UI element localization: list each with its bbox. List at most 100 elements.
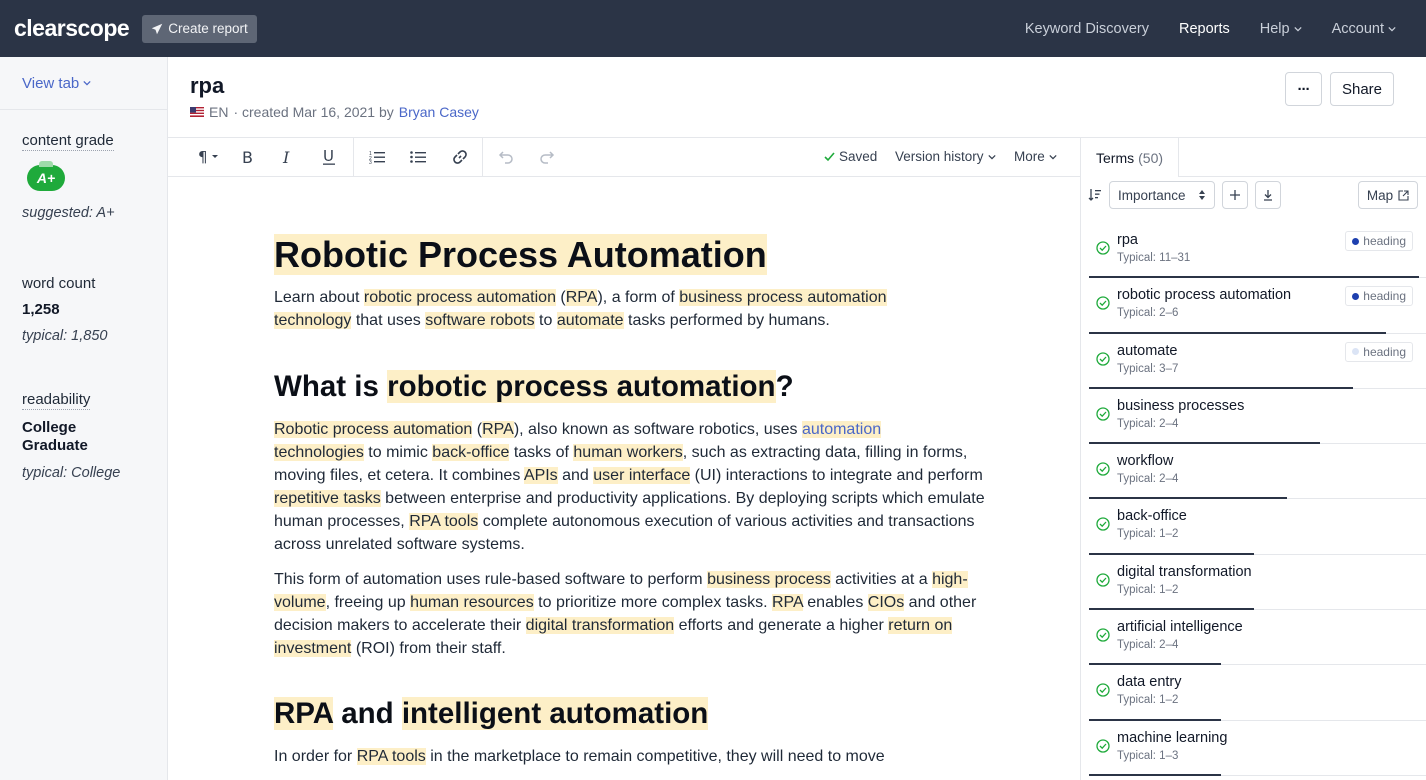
paragraph-competitive: In order for RPA tools in the marketplac…: [274, 748, 885, 765]
download-terms-button[interactable]: [1255, 181, 1281, 209]
check-circle-icon: [1096, 462, 1110, 476]
term-typical-range: Typical: 11–31: [1117, 252, 1191, 264]
keyword-highlight: robotic process automation: [363, 289, 556, 306]
keyword-link[interactable]: automation: [801, 421, 882, 438]
view-tab-dropdown[interactable]: View tab: [0, 57, 167, 110]
nav-keyword-discovery[interactable]: Keyword Discovery: [1025, 21, 1149, 37]
suggested-grade: suggested: A+: [22, 205, 115, 221]
undo-button[interactable]: [494, 146, 518, 168]
create-report-label: Create report: [168, 21, 248, 36]
check-circle-icon: [1096, 296, 1110, 310]
document-meta: EN · created Mar 16, 2021 by Bryan Casey: [190, 104, 479, 120]
chevron-down-icon: [1049, 154, 1057, 159]
paragraph-intro: Learn about robotic process automation (…: [274, 289, 887, 329]
paragraph-format-dropdown[interactable]: ¶: [194, 146, 224, 168]
content-grade-label[interactable]: content grade: [22, 132, 114, 151]
nav-help[interactable]: Help: [1260, 21, 1302, 37]
bullet-list-icon: [410, 151, 426, 163]
language-code: EN: [209, 104, 229, 120]
badge-label: heading: [1363, 234, 1406, 248]
version-history-label: Version history: [895, 149, 984, 164]
term-name: robotic process automation: [1117, 287, 1292, 304]
saved-label: Saved: [839, 149, 878, 164]
term-row[interactable]: workflow Typical: 2–4: [1089, 444, 1426, 500]
keyword-highlight: RPA: [274, 697, 333, 730]
keyword-highlight: digital transformation: [525, 617, 675, 634]
nav-account[interactable]: Account: [1332, 21, 1396, 37]
term-typical-range: Typical: 3–7: [1117, 362, 1179, 375]
term-row[interactable]: digital transformation Typical: 1–2: [1089, 555, 1426, 611]
sort-select[interactable]: Importance: [1109, 181, 1215, 209]
editor-content[interactable]: Robotic Process Automation Learn about r…: [274, 233, 994, 768]
grade-value: A+: [36, 170, 56, 186]
term-row[interactable]: robotic process automation Typical: 2–6 he…: [1089, 278, 1426, 334]
bullet-list-button[interactable]: [406, 146, 430, 168]
tab-terms[interactable]: Terms (50): [1081, 138, 1180, 177]
more-options-button[interactable]: ···: [1285, 72, 1322, 106]
nav-reports[interactable]: Reports: [1179, 21, 1230, 37]
term-name: workflow: [1117, 453, 1174, 470]
content-grade-section: content grade A+ suggested: A+: [0, 132, 167, 221]
left-sidebar: View tab content grade A+ suggested: A+ …: [0, 57, 168, 780]
add-term-button[interactable]: [1222, 181, 1248, 209]
check-circle-icon: [1096, 628, 1110, 642]
version-history-dropdown[interactable]: Version history: [895, 149, 996, 164]
link-button[interactable]: [448, 146, 472, 168]
badge-label: heading: [1363, 344, 1406, 359]
ordered-list-button[interactable]: 123: [365, 146, 389, 168]
select-arrows-icon: [1199, 190, 1205, 200]
term-row[interactable]: data entry Typical: 1–2: [1089, 665, 1426, 721]
heading-badge: heading: [1345, 231, 1413, 251]
term-name: artificial intelligence: [1117, 619, 1243, 636]
readability-label[interactable]: readability: [22, 391, 91, 410]
more-dropdown[interactable]: More: [1014, 149, 1057, 164]
term-row[interactable]: back-office Typical: 1–2: [1089, 499, 1426, 555]
term-name: digital transformation: [1117, 563, 1252, 580]
create-report-button[interactable]: Create report: [142, 14, 257, 43]
sort-direction-toggle[interactable]: [1088, 188, 1102, 207]
editor-toolbar: ¶ B I U 123 Saved Version history More: [168, 138, 1080, 177]
keyword-highlight: Robotic Process Automation: [274, 234, 767, 275]
share-label: Share: [1341, 80, 1383, 98]
term-row[interactable]: machine learning Typical: 1–3: [1089, 721, 1426, 776]
bold-button[interactable]: B: [236, 146, 260, 168]
keyword-highlight: automate: [556, 312, 624, 329]
created-text: · created Mar 16, 2021 by: [233, 104, 394, 120]
check-circle-icon: [1096, 683, 1110, 698]
ordered-list-icon: 123: [369, 151, 385, 164]
term-row[interactable]: business processes Typical: 2–4: [1089, 389, 1426, 445]
redo-button[interactable]: [535, 146, 559, 168]
badge-dot: [1352, 348, 1360, 356]
undo-icon: [498, 151, 513, 164]
document-editor[interactable]: Robotic Process Automation Learn about r…: [168, 177, 1080, 780]
term-row[interactable]: artificial intelligence Typical: 2–4: [1089, 610, 1426, 666]
keyword-highlight: CIOs: [867, 594, 905, 611]
term-name: business processes: [1117, 397, 1245, 414]
keyword-highlight: RPA: [565, 289, 598, 306]
italic-button[interactable]: I: [276, 146, 300, 168]
chevron-down-icon: [1388, 26, 1396, 31]
badge-label: heading: [1363, 289, 1406, 304]
term-name: back-office: [1117, 508, 1187, 525]
document-header: rpa EN · created Mar 16, 2021 by Bryan C…: [168, 57, 1426, 138]
underline-button[interactable]: U: [317, 146, 341, 168]
author-link[interactable]: Bryan Casey: [399, 104, 479, 120]
download-icon: [1264, 189, 1272, 201]
terms-controls: Importance Map: [1081, 177, 1426, 215]
share-button[interactable]: Share: [1330, 72, 1394, 106]
app-logo[interactable]: clearscope: [14, 15, 130, 42]
svg-text:3: 3: [369, 160, 372, 164]
check-circle-icon: [1096, 517, 1110, 532]
keyword-highlight: back-office: [432, 444, 510, 461]
map-label: Map: [1366, 187, 1394, 203]
paragraph-rule-based: This form of automation uses rule-based …: [274, 571, 977, 657]
svg-text:I: I: [282, 149, 290, 165]
term-row[interactable]: automate Typical: 3–7 heading: [1089, 334, 1426, 389]
keyword-highlight: RPA: [482, 421, 514, 438]
map-button[interactable]: Map: [1358, 181, 1418, 209]
terms-panel: Terms (50) Importance Map rpa Typical: 11–…: [1080, 138, 1426, 780]
word-count-section: word count 1,258 typical: 1,850: [0, 275, 167, 344]
heading-badge: heading: [1345, 286, 1413, 307]
checkmark-icon: [824, 151, 835, 161]
term-row[interactable]: rpa Typical: 11–31 heading: [1089, 223, 1426, 279]
